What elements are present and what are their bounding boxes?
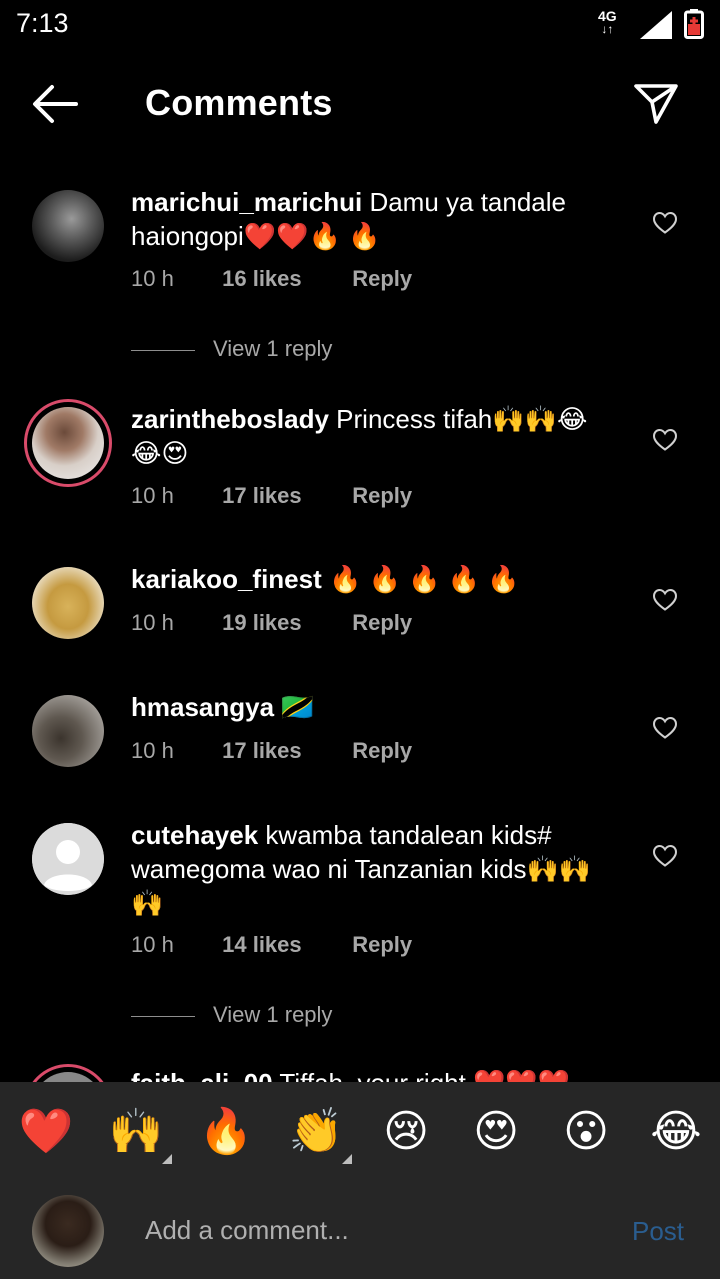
comment-input-bar: Post [0,1186,720,1279]
comment-likes[interactable]: 14 likes [222,932,346,958]
comment-meta: 10 h 17 likes Reply [131,483,412,509]
battery-icon [684,9,704,39]
reply-button[interactable]: Reply [352,483,412,509]
comment-meta: 10 h 17 likes Reply [131,738,412,764]
comment-text: Tiffah_your right ❤️❤️❤️ [279,1068,570,1082]
emoji-clapping-glyph: 👏 [288,1107,344,1156]
avatar[interactable] [32,190,104,262]
comment-body: faith_ali_00 Tiffah_your right ❤️❤️❤️ [131,1066,611,1082]
divider [131,1015,195,1017]
avatar[interactable] [32,695,104,767]
emoji-surprised[interactable]: 😮 [558,1104,614,1160]
comment-input[interactable] [145,1210,585,1250]
emoji-raising-hands[interactable]: 🙌 [108,1104,172,1164]
reply-button[interactable]: Reply [352,266,412,292]
heart-icon[interactable] [652,211,678,235]
view-replies-label[interactable]: View 1 reply [213,1002,332,1027]
comment-username[interactable]: cutehayek [131,820,258,850]
emoji-clapping[interactable]: 👏 [288,1104,352,1164]
view-replies[interactable]: View 1 reply [131,336,332,362]
arrow-left-icon[interactable] [30,82,80,126]
avatar[interactable] [32,567,104,639]
emoji-raising-hands-glyph: 🙌 [108,1107,164,1156]
comment-username[interactable]: zarintheboslady [131,404,329,434]
comment-time: 10 h [131,266,174,291]
comment-body: kariakoo_finest 🔥 🔥 🔥 🔥 🔥 [131,562,611,596]
comment-username[interactable]: marichui_marichui [131,187,362,217]
story-avatar-image [32,407,104,479]
post-button[interactable]: Post [632,1216,684,1247]
comment-time: 10 h [131,932,174,957]
emoji-heart[interactable]: ❤️ [18,1104,74,1160]
comments-list[interactable]: marichui_marichui Damu ya tandale haiong… [0,165,720,1082]
story-avatar-image [32,1072,104,1082]
paper-plane-icon[interactable] [632,80,680,128]
current-user-avatar [32,1195,104,1267]
emoji-reaction-bar: ❤️ 🙌 🔥 👏 😢 😍 😮 😂 [0,1082,720,1186]
comment-username[interactable]: faith_ali_00 [131,1068,273,1082]
comment-meta: 10 h 14 likes Reply [131,932,412,958]
emoji-crying[interactable]: 😢 [378,1104,434,1160]
reply-button[interactable]: Reply [352,610,412,636]
data-arrows-icon: ↓↑ [601,22,614,36]
avatar[interactable] [24,399,112,487]
divider [131,349,195,351]
reply-button[interactable]: Reply [352,932,412,958]
comment-body: marichui_marichui Damu ya tandale haiong… [131,185,611,253]
view-replies[interactable]: View 1 reply [131,1002,332,1028]
comment-time: 10 h [131,483,174,508]
avatar[interactable] [32,823,104,895]
comment-body: cutehayek kwamba tandalean kids# wamegom… [131,818,611,920]
comment-likes[interactable]: 17 likes [222,483,346,509]
view-replies-label[interactable]: View 1 reply [213,336,332,361]
emoji-fire[interactable]: 🔥 [198,1104,254,1160]
comment-text: 🇹🇿 [281,692,314,722]
comment-time: 10 h [131,738,174,763]
page-title: Comments [145,82,333,123]
comment-body: zarintheboslady Princess tifah🙌🙌😂😂😍 [131,402,611,470]
reply-button[interactable]: Reply [352,738,412,764]
comment-body: hmasangya 🇹🇿 [131,690,611,724]
comment-likes[interactable]: 17 likes [222,738,346,764]
avatar[interactable] [24,1064,112,1082]
skin-tone-indicator-icon [162,1154,172,1164]
skin-tone-indicator-icon [342,1154,352,1164]
default-avatar-icon [32,823,104,895]
heart-icon[interactable] [652,428,678,452]
comment-text: 🔥 🔥 🔥 🔥 🔥 [328,564,520,594]
comment-username[interactable]: hmasangya [131,692,274,722]
emoji-laughing[interactable]: 😂 [648,1104,704,1160]
heart-icon[interactable] [652,588,678,612]
heart-icon[interactable] [652,716,678,740]
comment-time: 10 h [131,610,174,635]
heart-icon[interactable] [652,844,678,868]
comment-likes[interactable]: 19 likes [222,610,346,636]
comment-meta: 10 h 19 likes Reply [131,610,412,636]
header: Comments [0,60,720,150]
status-bar: 7:13 4G ↓↑ [0,0,720,50]
signal-icon [640,11,672,39]
comment-meta: 10 h 16 likes Reply [131,266,412,292]
network-indicator: 4G ↓↑ [598,9,617,36]
status-time: 7:13 [16,8,69,38]
comment-username[interactable]: kariakoo_finest [131,564,322,594]
comment-likes[interactable]: 16 likes [222,266,346,292]
emoji-heart-eyes[interactable]: 😍 [468,1104,524,1160]
